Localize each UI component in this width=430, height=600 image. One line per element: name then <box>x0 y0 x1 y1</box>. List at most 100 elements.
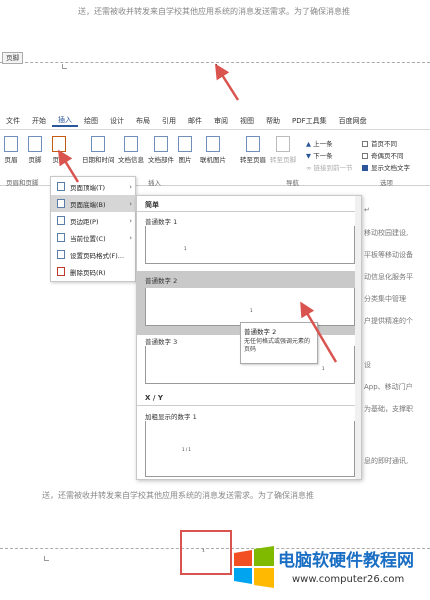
goto-footer-icon <box>276 136 290 152</box>
tab-home[interactable]: 开始 <box>26 116 52 126</box>
margin-corner-mark <box>44 556 49 561</box>
online-picture-icon <box>206 136 220 152</box>
format-icon <box>57 250 65 259</box>
page-number-mark: ¹ <box>202 548 205 556</box>
gallery-item-label-bold: 加粗显示的数字 1 <box>145 413 197 421</box>
gallery-item-label-3: 普通数字 3 <box>145 338 178 346</box>
group-label-navigation: 导航 <box>286 179 299 187</box>
menu-item-page-bottom[interactable]: 页面底端(B) › <box>51 195 137 212</box>
page-number-icon <box>52 136 66 152</box>
menu-item-page-margin[interactable]: 页边距(P) › <box>51 212 137 229</box>
doc-text-top: 送，还需被收并转发来自学校其他应用系统的消息发送需求。为了确保消息推 <box>78 7 350 16</box>
page-number-sample: 1 <box>250 308 253 313</box>
arrow-to-cursor <box>214 63 240 101</box>
page-number-menu: 页面顶端(T) › 页面底端(B) › 页边距(P) › 当前位置(C) › 设… <box>50 176 137 282</box>
page-bottom-icon <box>57 199 65 208</box>
doc-text-bottom: 送，还需被收并转发来自学校其他应用系统的消息发送需求。为了确保消息推 <box>42 491 314 500</box>
ribbon-tabs: 文件 开始 插入 绘图 设计 布局 引用 邮件 审阅 视图 帮助 PDF工具集 … <box>0 112 430 130</box>
tab-view[interactable]: 视图 <box>234 116 260 126</box>
menu-item-page-top[interactable]: 页面顶端(T) › <box>51 178 137 195</box>
footer-icon <box>28 136 42 152</box>
calendar-icon <box>91 136 106 152</box>
menu-item-format-page-numbers[interactable]: 设置页码格式(F)... <box>51 246 137 263</box>
doc-line-3: 动信息化服务平 <box>364 273 413 281</box>
divider <box>137 405 361 406</box>
tab-baidu-netdisk[interactable]: 百度网盘 <box>333 116 373 126</box>
doc-cursor-mark: ↵ <box>364 206 370 214</box>
gallery-section-xy: X / Y <box>145 394 163 402</box>
tooltip: 普通数字 2 无任何格式或强调元素的页码 <box>240 322 318 364</box>
doc-line-2: 平板等移动设备 <box>364 251 413 259</box>
datetime-button[interactable]: 日期和时间 <box>82 136 115 164</box>
picture-icon <box>178 136 192 152</box>
link-prev-button[interactable]: ∞ 链接到前一节 <box>306 162 352 172</box>
goto-header-button[interactable]: 转至页眉 <box>240 136 266 164</box>
gallery-section-simple: 简单 <box>145 201 159 209</box>
prev-button[interactable]: ▲ 上一条 <box>306 138 333 148</box>
goto-header-icon <box>246 136 260 152</box>
tab-pdf-tools[interactable]: PDF工具集 <box>286 116 333 126</box>
doc-parts-button[interactable]: 文档部件 <box>148 136 174 164</box>
doc-line-7: App、移动门户 <box>364 383 413 391</box>
group-label-header-footer: 页眉和页脚 <box>6 179 39 187</box>
tab-draw[interactable]: 绘图 <box>78 116 104 126</box>
divider <box>137 211 361 212</box>
doc-line-9: 息的即时通讯, <box>364 457 409 465</box>
logo-url: www.computer26.com <box>292 574 405 585</box>
page-number-sample: 1 / 1 <box>182 447 191 452</box>
tab-file[interactable]: 文件 <box>0 116 26 126</box>
current-position-icon <box>57 233 65 242</box>
menu-item-remove-page-numbers[interactable]: 删除页码(R) <box>51 263 137 280</box>
header-icon <box>4 136 18 152</box>
page-top-icon <box>57 182 65 191</box>
doc-line-8: 为基础，支撑职 <box>364 405 413 413</box>
gallery-scrollbar[interactable] <box>355 196 361 479</box>
tab-references[interactable]: 引用 <box>156 116 182 126</box>
tab-layout[interactable]: 布局 <box>130 116 156 126</box>
doc-info-button[interactable]: 文档信息 <box>118 136 144 164</box>
header-button[interactable]: 页眉 <box>4 136 18 164</box>
chevron-right-icon: › <box>129 233 132 242</box>
chevron-right-icon: › <box>129 216 132 225</box>
footer-label-tab: 页脚 <box>2 52 23 64</box>
group-label-options: 选项 <box>380 179 393 187</box>
tab-design[interactable]: 设计 <box>104 116 130 126</box>
gallery-item-plain-number-1[interactable]: 1 <box>145 226 355 264</box>
margin-corner-mark <box>62 64 67 69</box>
picture-button[interactable]: 图片 <box>178 136 192 164</box>
tooltip-title: 普通数字 2 <box>244 328 277 336</box>
gallery-item-label-1: 普通数字 1 <box>145 218 178 226</box>
online-picture-button[interactable]: 联机图片 <box>200 136 226 164</box>
first-page-checkbox[interactable] <box>362 141 368 147</box>
delete-icon <box>57 267 65 276</box>
goto-footer-button[interactable]: 转至页脚 <box>270 136 296 164</box>
tab-help[interactable]: 帮助 <box>260 116 286 126</box>
page-number-button[interactable]: 页码 <box>52 136 66 164</box>
page-number-sample: 1 <box>322 366 325 371</box>
logo-title: 电脑软硬件教程网 <box>278 551 414 571</box>
doc-info-icon <box>124 136 138 152</box>
group-label-insert: 插入 <box>148 179 161 187</box>
odd-even-checkbox[interactable] <box>362 153 368 159</box>
odd-even-option[interactable]: 奇偶页不同 <box>362 150 404 160</box>
tab-review[interactable]: 审阅 <box>208 116 234 126</box>
highlight-box: ¹ <box>180 530 232 575</box>
tooltip-description: 无任何格式或强调元素的页码 <box>244 338 311 353</box>
menu-item-current-position[interactable]: 当前位置(C) › <box>51 229 137 246</box>
show-text-option[interactable]: 显示文档文字 <box>362 162 410 172</box>
tab-insert[interactable]: 插入 <box>52 115 78 127</box>
doc-line-6: 设 <box>364 361 371 369</box>
gallery-item-plain-number-2[interactable]: 1 <box>145 288 355 326</box>
page-margin-icon <box>57 216 65 225</box>
show-text-checkbox[interactable] <box>362 165 368 171</box>
chevron-right-icon: › <box>129 199 132 208</box>
tab-mailings[interactable]: 邮件 <box>182 116 208 126</box>
footer-button[interactable]: 页脚 <box>28 136 42 164</box>
gallery-item-bold-number-1[interactable]: 1 / 1 <box>145 421 355 477</box>
doc-line-5: 户提供精准的个 <box>364 317 413 325</box>
header-divider <box>0 62 430 63</box>
text-cursor <box>216 64 217 73</box>
first-page-option[interactable]: 首页不同 <box>362 138 397 148</box>
next-button[interactable]: ▼ 下一条 <box>306 150 333 160</box>
chevron-right-icon: › <box>129 182 132 191</box>
